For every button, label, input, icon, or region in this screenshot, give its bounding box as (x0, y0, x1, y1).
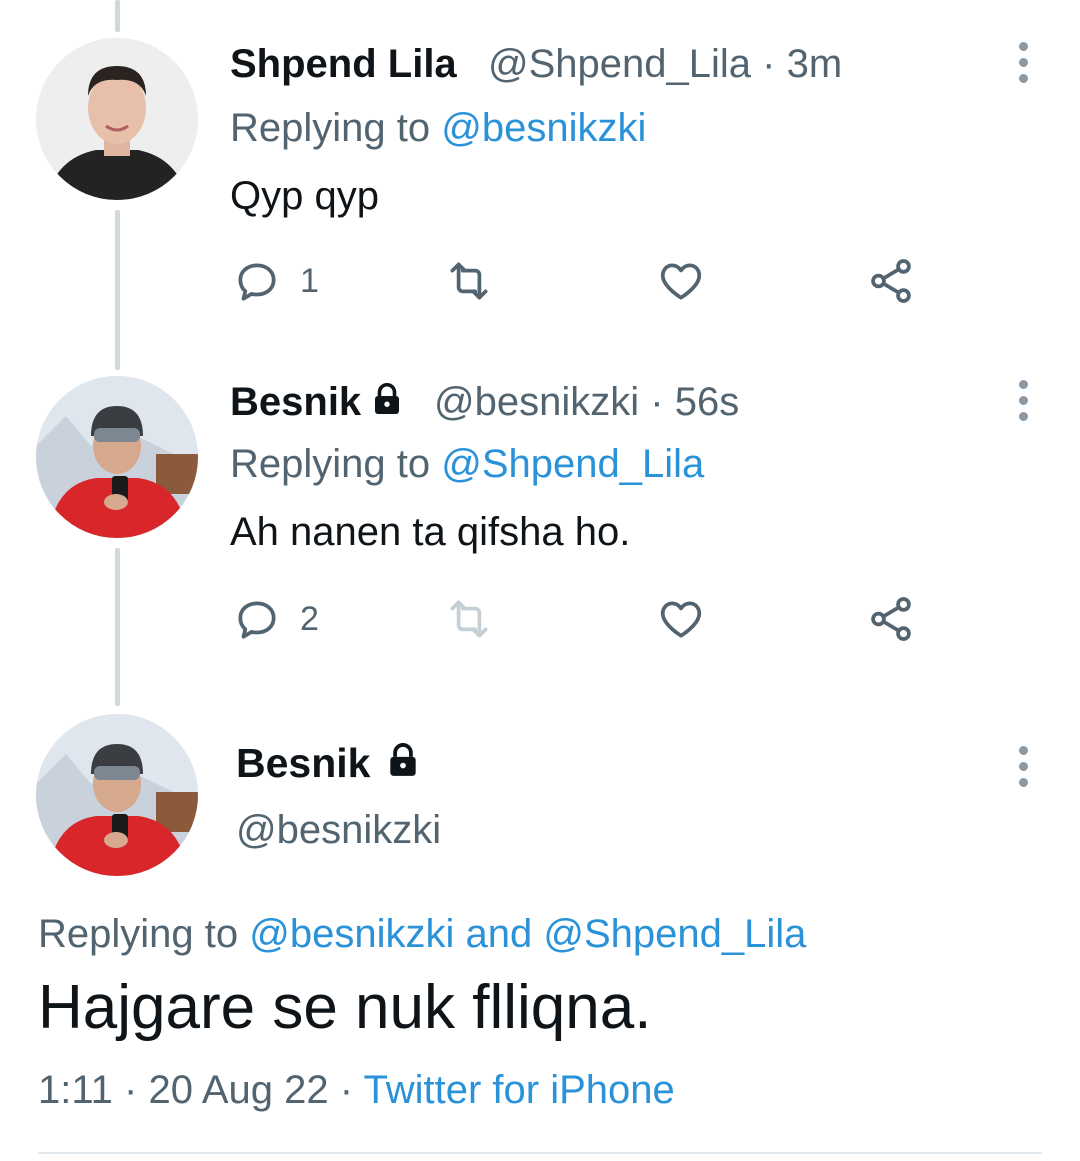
tweet-2-name-wrap: Besnik (230, 380, 405, 425)
main-tweet-time[interactable]: 1:11 (38, 1068, 113, 1112)
reply-icon (238, 263, 276, 301)
avatar-shpend[interactable] (36, 38, 198, 200)
tweet-2-meta: @besnikzki · 56s (434, 380, 739, 425)
lock-icon (375, 383, 400, 414)
tweet-2-time[interactable]: 56s (675, 380, 740, 424)
share-icon (871, 259, 911, 303)
retweet-icon (450, 262, 488, 300)
main-tweet-handle[interactable]: @besnikzki (236, 808, 441, 853)
tweet-1-replying: Replying to @besnikzki (230, 106, 646, 151)
replying-and: and (465, 912, 533, 956)
thread-line-1 (115, 210, 120, 370)
tweet-1-name[interactable]: Shpend Lila (230, 42, 457, 87)
main-tweet-replying: Replying to @besnikzki and @Shpend_Lila (38, 912, 806, 957)
tweet-2-replying: Replying to @Shpend_Lila (230, 442, 704, 487)
like-button[interactable] (656, 256, 706, 306)
tweet-2-name[interactable]: Besnik (230, 380, 361, 424)
retweet-button[interactable] (442, 256, 496, 306)
main-tweet-text: Hajgare se nuk flliqna. (38, 973, 652, 1042)
thread-line-2 (115, 548, 120, 706)
main-tweet-meta: 1:11 · 20 Aug 22 · Twitter for iPhone (38, 1068, 675, 1113)
tweet-2-handle[interactable]: @besnikzki (434, 380, 639, 424)
reply-count: 1 (300, 261, 319, 300)
tweet-1-handle[interactable]: @Shpend_Lila (488, 42, 751, 86)
main-tweet-separator-1: · (124, 1068, 138, 1112)
replying-label: Replying to (38, 912, 239, 956)
replying-label: Replying to (230, 442, 431, 486)
avatar-besnik[interactable] (36, 376, 198, 538)
retweet-icon (450, 600, 488, 638)
reply-button[interactable]: 1 (232, 256, 319, 306)
main-tweet-name[interactable]: Besnik (236, 740, 370, 786)
replying-mention[interactable]: @besnikzki (441, 106, 646, 150)
share-button[interactable] (866, 594, 916, 644)
like-icon (660, 601, 702, 638)
retweet-button-disabled (442, 594, 496, 644)
replying-label: Replying to (230, 106, 431, 150)
tweet-1-text: Qyp qyp (230, 174, 379, 218)
main-tweet-date[interactable]: 20 Aug 22 (148, 1068, 328, 1112)
replying-mention-1[interactable]: @besnikzki (249, 912, 454, 956)
replying-mention[interactable]: @Shpend_Lila (441, 442, 704, 486)
main-tweet-separator-2: · (339, 1068, 354, 1112)
divider (38, 1152, 1042, 1154)
tweet-1-actions: 1 (232, 256, 932, 306)
more-icon[interactable] (1016, 42, 1030, 90)
reply-count: 2 (300, 599, 319, 638)
replying-mention-2[interactable]: @Shpend_Lila (543, 912, 806, 956)
tweet-2-separator: · (650, 380, 664, 424)
tweet-1-separator: · (762, 42, 776, 86)
like-icon (660, 263, 702, 300)
reply-button[interactable]: 2 (232, 594, 319, 644)
reply-icon (238, 601, 276, 639)
like-button[interactable] (656, 594, 706, 644)
more-icon[interactable] (1016, 746, 1030, 794)
thread-line-top (115, 0, 120, 32)
more-icon[interactable] (1016, 380, 1030, 428)
avatar-besnik-main[interactable] (36, 714, 198, 876)
lock-icon (390, 743, 417, 776)
share-button[interactable] (866, 256, 916, 306)
main-tweet-source[interactable]: Twitter for iPhone (364, 1068, 675, 1112)
tweet-2-actions: 2 (232, 594, 932, 644)
tweet-2-text: Ah nanen ta qifsha ho. (230, 510, 631, 554)
main-tweet-name-wrap: Besnik (236, 740, 422, 787)
tweet-1-meta: @Shpend_Lila · 3m (488, 42, 842, 87)
tweet-1-time[interactable]: 3m (787, 42, 843, 86)
share-icon (871, 597, 911, 641)
